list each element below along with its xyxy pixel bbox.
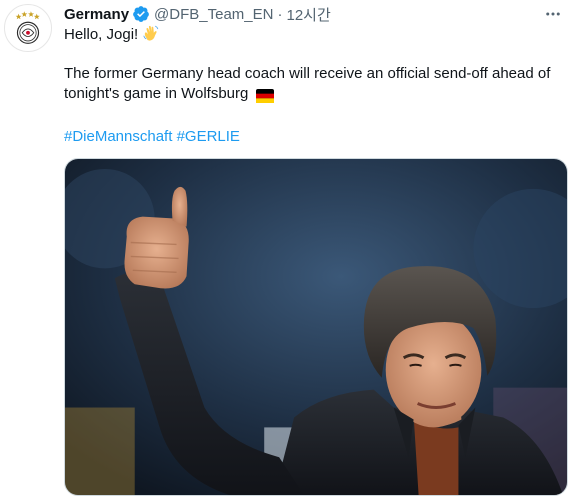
more-horizontal-icon[interactable] (539, 4, 567, 24)
tweet-line-greeting: Hello, Jogi! (64, 24, 564, 44)
tweet-line-message: The former Germany head coach will recei… (64, 64, 564, 107)
tweet-media-photo[interactable] (64, 158, 568, 496)
author-avatar[interactable] (4, 4, 52, 52)
man-giving-thumbs-up-photo (65, 159, 567, 495)
greeting-text: Hello, Jogi! (64, 26, 139, 43)
tweet-card[interactable]: Germany @DFB_Team_EN · 12시간 Hello, Jogi!… (0, 0, 573, 500)
verified-badge-icon (132, 5, 150, 23)
header-separator: · (277, 5, 283, 23)
hashtag-link-gerlie[interactable]: #GERLIE (177, 128, 240, 145)
waving-hand-icon (142, 24, 160, 48)
tweet-text: Hello, Jogi! The former Germany head coa… (64, 24, 564, 147)
author-name[interactable]: Germany (64, 6, 129, 23)
tweet-hashtags: #DieMannschaft #GERLIE (64, 127, 564, 147)
dfb-crest-icon (15, 11, 40, 44)
germany-flag-icon (253, 87, 274, 107)
author-handle[interactable]: @DFB_Team_EN (154, 6, 273, 23)
hashtag-link-diemannschaft[interactable]: #DieMannschaft (64, 128, 172, 145)
tweet-header: Germany @DFB_Team_EN · 12시간 (64, 4, 331, 24)
message-text: The former Germany head coach will recei… (64, 65, 551, 102)
tweet-timestamp[interactable]: 12시간 (286, 4, 330, 25)
